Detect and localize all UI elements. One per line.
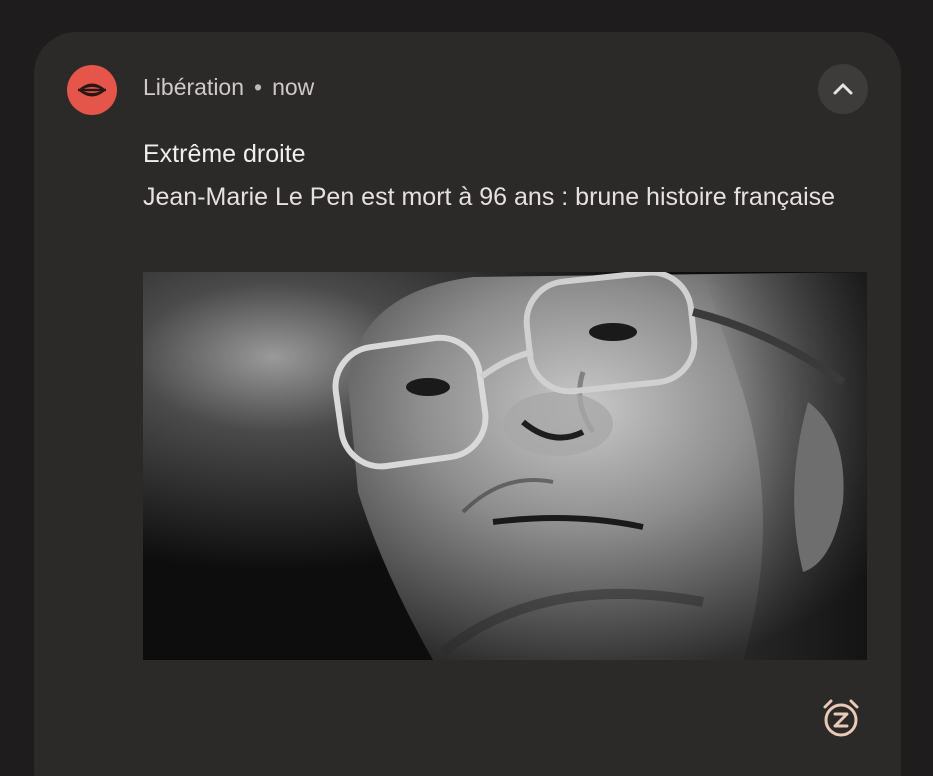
app-name: Libération: [143, 74, 245, 100]
snooze-alarm-icon: [818, 695, 864, 741]
notification-title: Extrême droite: [143, 140, 306, 168]
expand-collapse-button[interactable]: [818, 64, 868, 114]
notification-body: Jean-Marie Le Pen est mort à 96 ans : br…: [143, 183, 836, 211]
snooze-button[interactable]: [818, 695, 864, 741]
chevron-up-icon: [818, 64, 868, 114]
notification-shade: Libération • now Extrême droite Jean-Marie…: [0, 0, 933, 776]
liberation-logo-icon: [67, 65, 117, 115]
notification-image[interactable]: [143, 272, 867, 660]
header-separator: •: [254, 74, 263, 100]
notification-time: now: [272, 74, 315, 100]
notification-header: Libération • now: [143, 74, 314, 101]
